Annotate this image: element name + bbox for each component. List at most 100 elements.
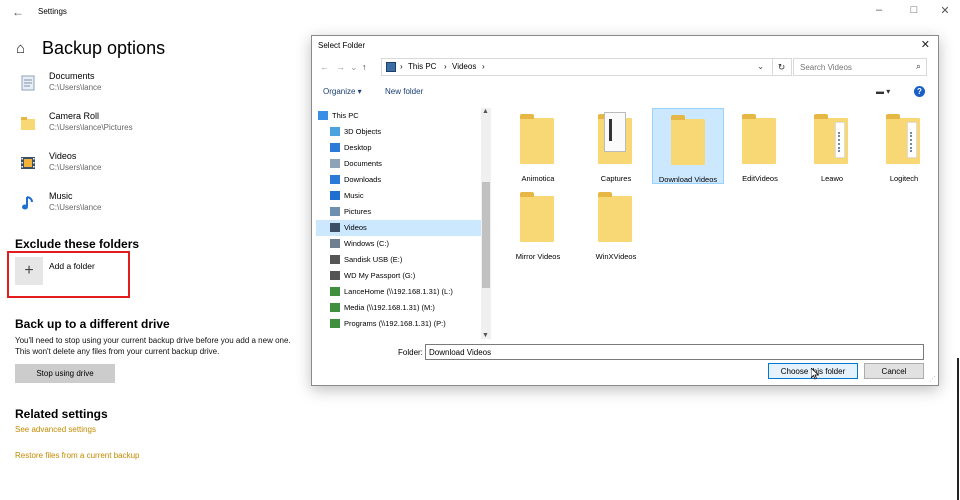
nav-item[interactable]: Programs (\\192.168.1.31) (P:): [316, 316, 484, 332]
folder-row: Folder:: [312, 343, 938, 363]
nav-item[interactable]: Videos: [316, 220, 484, 236]
music-icon: [22, 196, 33, 210]
folder-tile-label: Mirror Videos: [515, 252, 561, 261]
folder-tile[interactable]: Download Videos: [652, 108, 724, 184]
home-icon[interactable]: ⌂: [16, 40, 25, 57]
scroll-down-icon[interactable]: ▼: [482, 332, 489, 339]
nav-up-icon[interactable]: ↑: [362, 62, 367, 72]
nav-item[interactable]: Pictures: [316, 204, 484, 220]
crumb-separator: ›: [444, 62, 447, 71]
nav-item-label: Pictures: [344, 207, 372, 216]
folder-tile[interactable]: WinXVideos: [580, 186, 652, 262]
folder-field[interactable]: [425, 344, 924, 360]
folder-name: Camera Roll: [49, 111, 100, 121]
folder-icon: [520, 192, 554, 242]
folder-path: C:\Users\lance\Pictures: [49, 123, 133, 132]
desktop-icon: [330, 143, 340, 152]
resize-grip-icon[interactable]: ⋰: [929, 375, 936, 383]
backup-folder-videos[interactable]: Videos C:\Users\lance: [20, 151, 290, 181]
dialog-toolbar: Organize ▾ New folder ▬ ▾ ?: [312, 82, 938, 102]
navigation-pane: This PC 3D Objects Desktop Documents Downloa…: [316, 108, 492, 339]
window-title: Settings: [38, 7, 67, 16]
documents-icon: [21, 75, 35, 91]
backup-folder-music[interactable]: Music C:\Users\lance: [20, 191, 290, 221]
page-title: Backup options: [42, 38, 166, 58]
breadcrumb-videos[interactable]: Videos: [452, 62, 476, 71]
navigation-scrollbar[interactable]: ▲ ▼: [481, 108, 491, 339]
page-scrollbar[interactable]: [957, 358, 959, 500]
nav-item-label: Windows (C:): [344, 239, 390, 248]
minimize-icon[interactable]: –: [869, 4, 889, 16]
refresh-icon[interactable]: ↻: [772, 58, 792, 76]
nav-item[interactable]: WD My Passport (G:): [316, 268, 484, 284]
recent-locations-icon[interactable]: ⌄: [350, 62, 358, 73]
folder-tile[interactable]: Animotica: [502, 108, 574, 184]
nav-item-label: LanceHome (\\192.168.1.31) (L:): [344, 287, 453, 296]
nav-item[interactable]: Windows (C:): [316, 236, 484, 252]
maximize-icon[interactable]: □: [904, 4, 924, 16]
scroll-up-icon[interactable]: ▲: [482, 108, 489, 115]
folder-field-label: Folder:: [398, 348, 423, 357]
different-drive-description: You'll need to stop using your current b…: [15, 336, 291, 356]
folder-tile[interactable]: Logitech: [868, 108, 940, 184]
new-folder-button[interactable]: New folder: [385, 87, 423, 96]
breadcrumb-this-pc[interactable]: This PC: [408, 62, 436, 71]
nav-item[interactable]: Music: [316, 188, 484, 204]
nav-item[interactable]: Desktop: [316, 140, 484, 156]
folder-name: Videos: [49, 151, 77, 161]
nav-item[interactable]: LanceHome (\\192.168.1.31) (L:): [316, 284, 484, 300]
address-bar[interactable]: › This PC › Videos › ⌄: [381, 58, 773, 76]
cancel-button[interactable]: Cancel: [864, 363, 924, 379]
network-drive-icon: [330, 287, 340, 296]
different-drive-heading: Back up to a different drive: [15, 317, 170, 331]
help-icon[interactable]: ?: [914, 86, 925, 97]
close-icon[interactable]: ✕: [935, 4, 955, 17]
scroll-thumb[interactable]: [482, 182, 490, 288]
nav-back-icon[interactable]: ←: [320, 62, 329, 72]
nav-item[interactable]: Sandisk USB (E:): [316, 252, 484, 268]
mouse-cursor-icon: [811, 368, 819, 380]
folder-icon: [21, 117, 35, 130]
videos-icon: [330, 223, 340, 232]
nav-item-label: Sandisk USB (E:): [344, 255, 403, 264]
exclude-heading: Exclude these folders: [15, 237, 140, 251]
back-arrow-icon[interactable]: ←: [12, 5, 24, 19]
backup-folder-camera-roll[interactable]: Camera Roll C:\Users\lance\Pictures: [20, 111, 290, 141]
nav-item[interactable]: Documents: [316, 156, 484, 172]
search-input[interactable]: [794, 59, 906, 75]
crumb-separator: ›: [482, 62, 485, 71]
documents-icon: [330, 159, 340, 168]
nav-item-label: Downloads: [344, 175, 382, 184]
folder-tile[interactable]: Leawo: [796, 108, 868, 184]
address-dropdown-icon[interactable]: ⌄: [757, 62, 764, 71]
nav-item-label: Videos: [344, 223, 367, 232]
folder-path: C:\Users\lance: [49, 83, 102, 92]
folder-tile[interactable]: EditVideos: [724, 108, 796, 184]
nav-item[interactable]: 3D Objects: [316, 124, 484, 140]
folder-icon: [742, 114, 776, 164]
videos-icon: [21, 157, 35, 169]
dialog-close-icon[interactable]: ✕: [921, 38, 930, 51]
drive-icon: [330, 255, 340, 264]
folder-name: Documents: [49, 71, 95, 81]
restore-files-link[interactable]: Restore files from a current backup: [15, 451, 140, 460]
folder-tile[interactable]: Captures: [580, 108, 652, 184]
nav-item[interactable]: Media (\\192.168.1.31) (M:): [316, 300, 484, 316]
folder-tile[interactable]: Mirror Videos: [502, 186, 574, 262]
nav-item[interactable]: Downloads: [316, 172, 484, 188]
advanced-settings-link[interactable]: See advanced settings: [15, 425, 96, 434]
folder-icon: [598, 112, 632, 164]
nav-forward-icon[interactable]: →: [336, 62, 345, 72]
crumb-separator: ›: [400, 62, 403, 71]
nav-item[interactable]: This PC: [316, 108, 484, 124]
organize-menu[interactable]: Organize ▾: [323, 87, 362, 96]
nav-item-label: Documents: [344, 159, 382, 168]
nav-item-label: 3D Objects: [344, 127, 382, 136]
title-bar: ← Settings – □ ✕: [0, 0, 960, 26]
search-box[interactable]: ⌕: [793, 58, 927, 76]
folder-path: C:\Users\lance: [49, 203, 102, 212]
3d-objects-icon: [330, 127, 340, 136]
stop-using-drive-button[interactable]: Stop using drive: [15, 364, 115, 383]
backup-folder-documents[interactable]: Documents C:\Users\lance: [20, 71, 290, 101]
view-options-icon[interactable]: ▬ ▾: [876, 87, 890, 96]
